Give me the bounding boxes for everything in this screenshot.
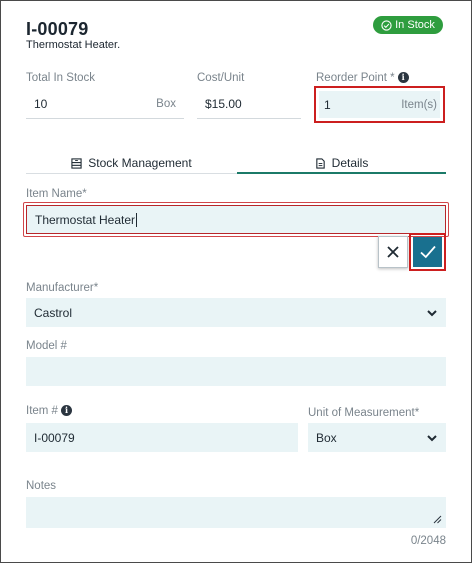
notes-label: Notes: [26, 480, 57, 492]
total-in-stock-value: 10: [34, 97, 48, 111]
tab-stock-management-label: Stock Management: [88, 156, 192, 170]
unit-of-measurement-value: Box: [316, 430, 337, 445]
info-icon[interactable]: i: [397, 72, 409, 84]
text-caret: [136, 212, 138, 227]
cost-unit-label: Cost/Unit: [197, 72, 245, 84]
item-number-label-row: Item # i: [26, 405, 72, 417]
document-icon: [315, 157, 325, 169]
confirm-edit-highlight: [409, 233, 446, 271]
cost-unit-field: $15.00: [197, 90, 301, 119]
check-circle-icon: [381, 19, 392, 31]
total-in-stock-field: 10 Box: [26, 90, 184, 119]
total-in-stock-unit: Box: [156, 98, 176, 110]
item-subtitle: Thermostat Heater.: [26, 39, 121, 51]
item-name-input[interactable]: Thermostat Heater: [26, 205, 446, 234]
close-icon: [387, 246, 399, 258]
item-name-value: Thermostat Heater: [35, 212, 136, 227]
model-label: Model #: [26, 340, 67, 352]
reorder-point-label-row: Reorder Point * i: [316, 72, 409, 84]
manufacturer-label: Manufacturer*: [26, 282, 99, 294]
item-name-label: Item Name*: [26, 188, 87, 200]
cancel-edit-button[interactable]: [378, 236, 408, 268]
check-icon: [419, 245, 436, 259]
status-badge-label: In Stock: [395, 19, 435, 31]
tab-stock-management[interactable]: Stock Management: [26, 152, 237, 174]
item-number-input[interactable]: I-00079: [26, 423, 298, 452]
tab-details[interactable]: Details: [237, 152, 446, 174]
reorder-point-input[interactable]: 1 Item(s): [314, 86, 445, 123]
notes-textarea[interactable]: [26, 497, 446, 528]
manufacturer-value: Castrol: [34, 305, 73, 320]
reorder-point-unit: Item(s): [401, 98, 437, 111]
tab-active-indicator: [237, 172, 446, 174]
total-in-stock-label: Total In Stock: [26, 72, 96, 84]
item-detail-panel: I-00079 Thermostat Heater. In Stock Tota…: [0, 0, 472, 563]
item-number-label: Item #: [26, 405, 58, 417]
item-number-value: I-00079: [34, 430, 75, 445]
reorder-point-label: Reorder Point *: [316, 72, 395, 84]
notes-character-counter: 0/2048: [410, 535, 446, 547]
cost-unit-value: $15.00: [205, 97, 242, 111]
chevron-down-icon: [426, 307, 438, 319]
unit-of-measurement-label: Unit of Measurement*: [308, 407, 420, 419]
unit-of-measurement-select[interactable]: Box: [308, 423, 446, 452]
confirm-edit-button[interactable]: [413, 237, 442, 267]
status-badge: In Stock: [373, 16, 443, 34]
chevron-down-icon: [426, 432, 438, 444]
inventory-icon: [71, 157, 82, 169]
manufacturer-select[interactable]: Castrol: [26, 298, 446, 327]
tab-details-label: Details: [331, 156, 369, 170]
model-input[interactable]: [26, 357, 446, 386]
reorder-point-value: 1: [324, 97, 331, 112]
resize-handle-icon[interactable]: [433, 515, 442, 524]
info-icon[interactable]: i: [60, 405, 72, 417]
item-id-title: I-00079: [26, 19, 89, 39]
